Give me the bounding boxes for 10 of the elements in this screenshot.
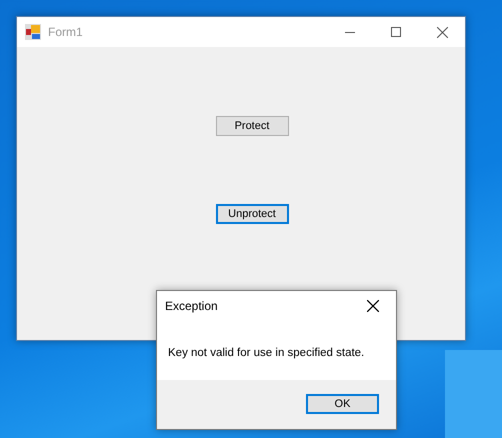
close-icon[interactable] xyxy=(367,300,379,312)
app-icon xyxy=(25,24,41,40)
dialog-title: Exception xyxy=(165,298,218,315)
window-title: Form1 xyxy=(48,24,83,41)
maximize-icon[interactable] xyxy=(391,27,401,37)
error-message: Key not valid for use in specified state. xyxy=(168,347,364,359)
form-button[interactable]: Unprotect xyxy=(216,204,288,224)
close-icon[interactable] xyxy=(436,26,448,38)
form-button[interactable]: Protect xyxy=(216,116,288,136)
ok-button[interactable]: OK xyxy=(306,394,379,414)
